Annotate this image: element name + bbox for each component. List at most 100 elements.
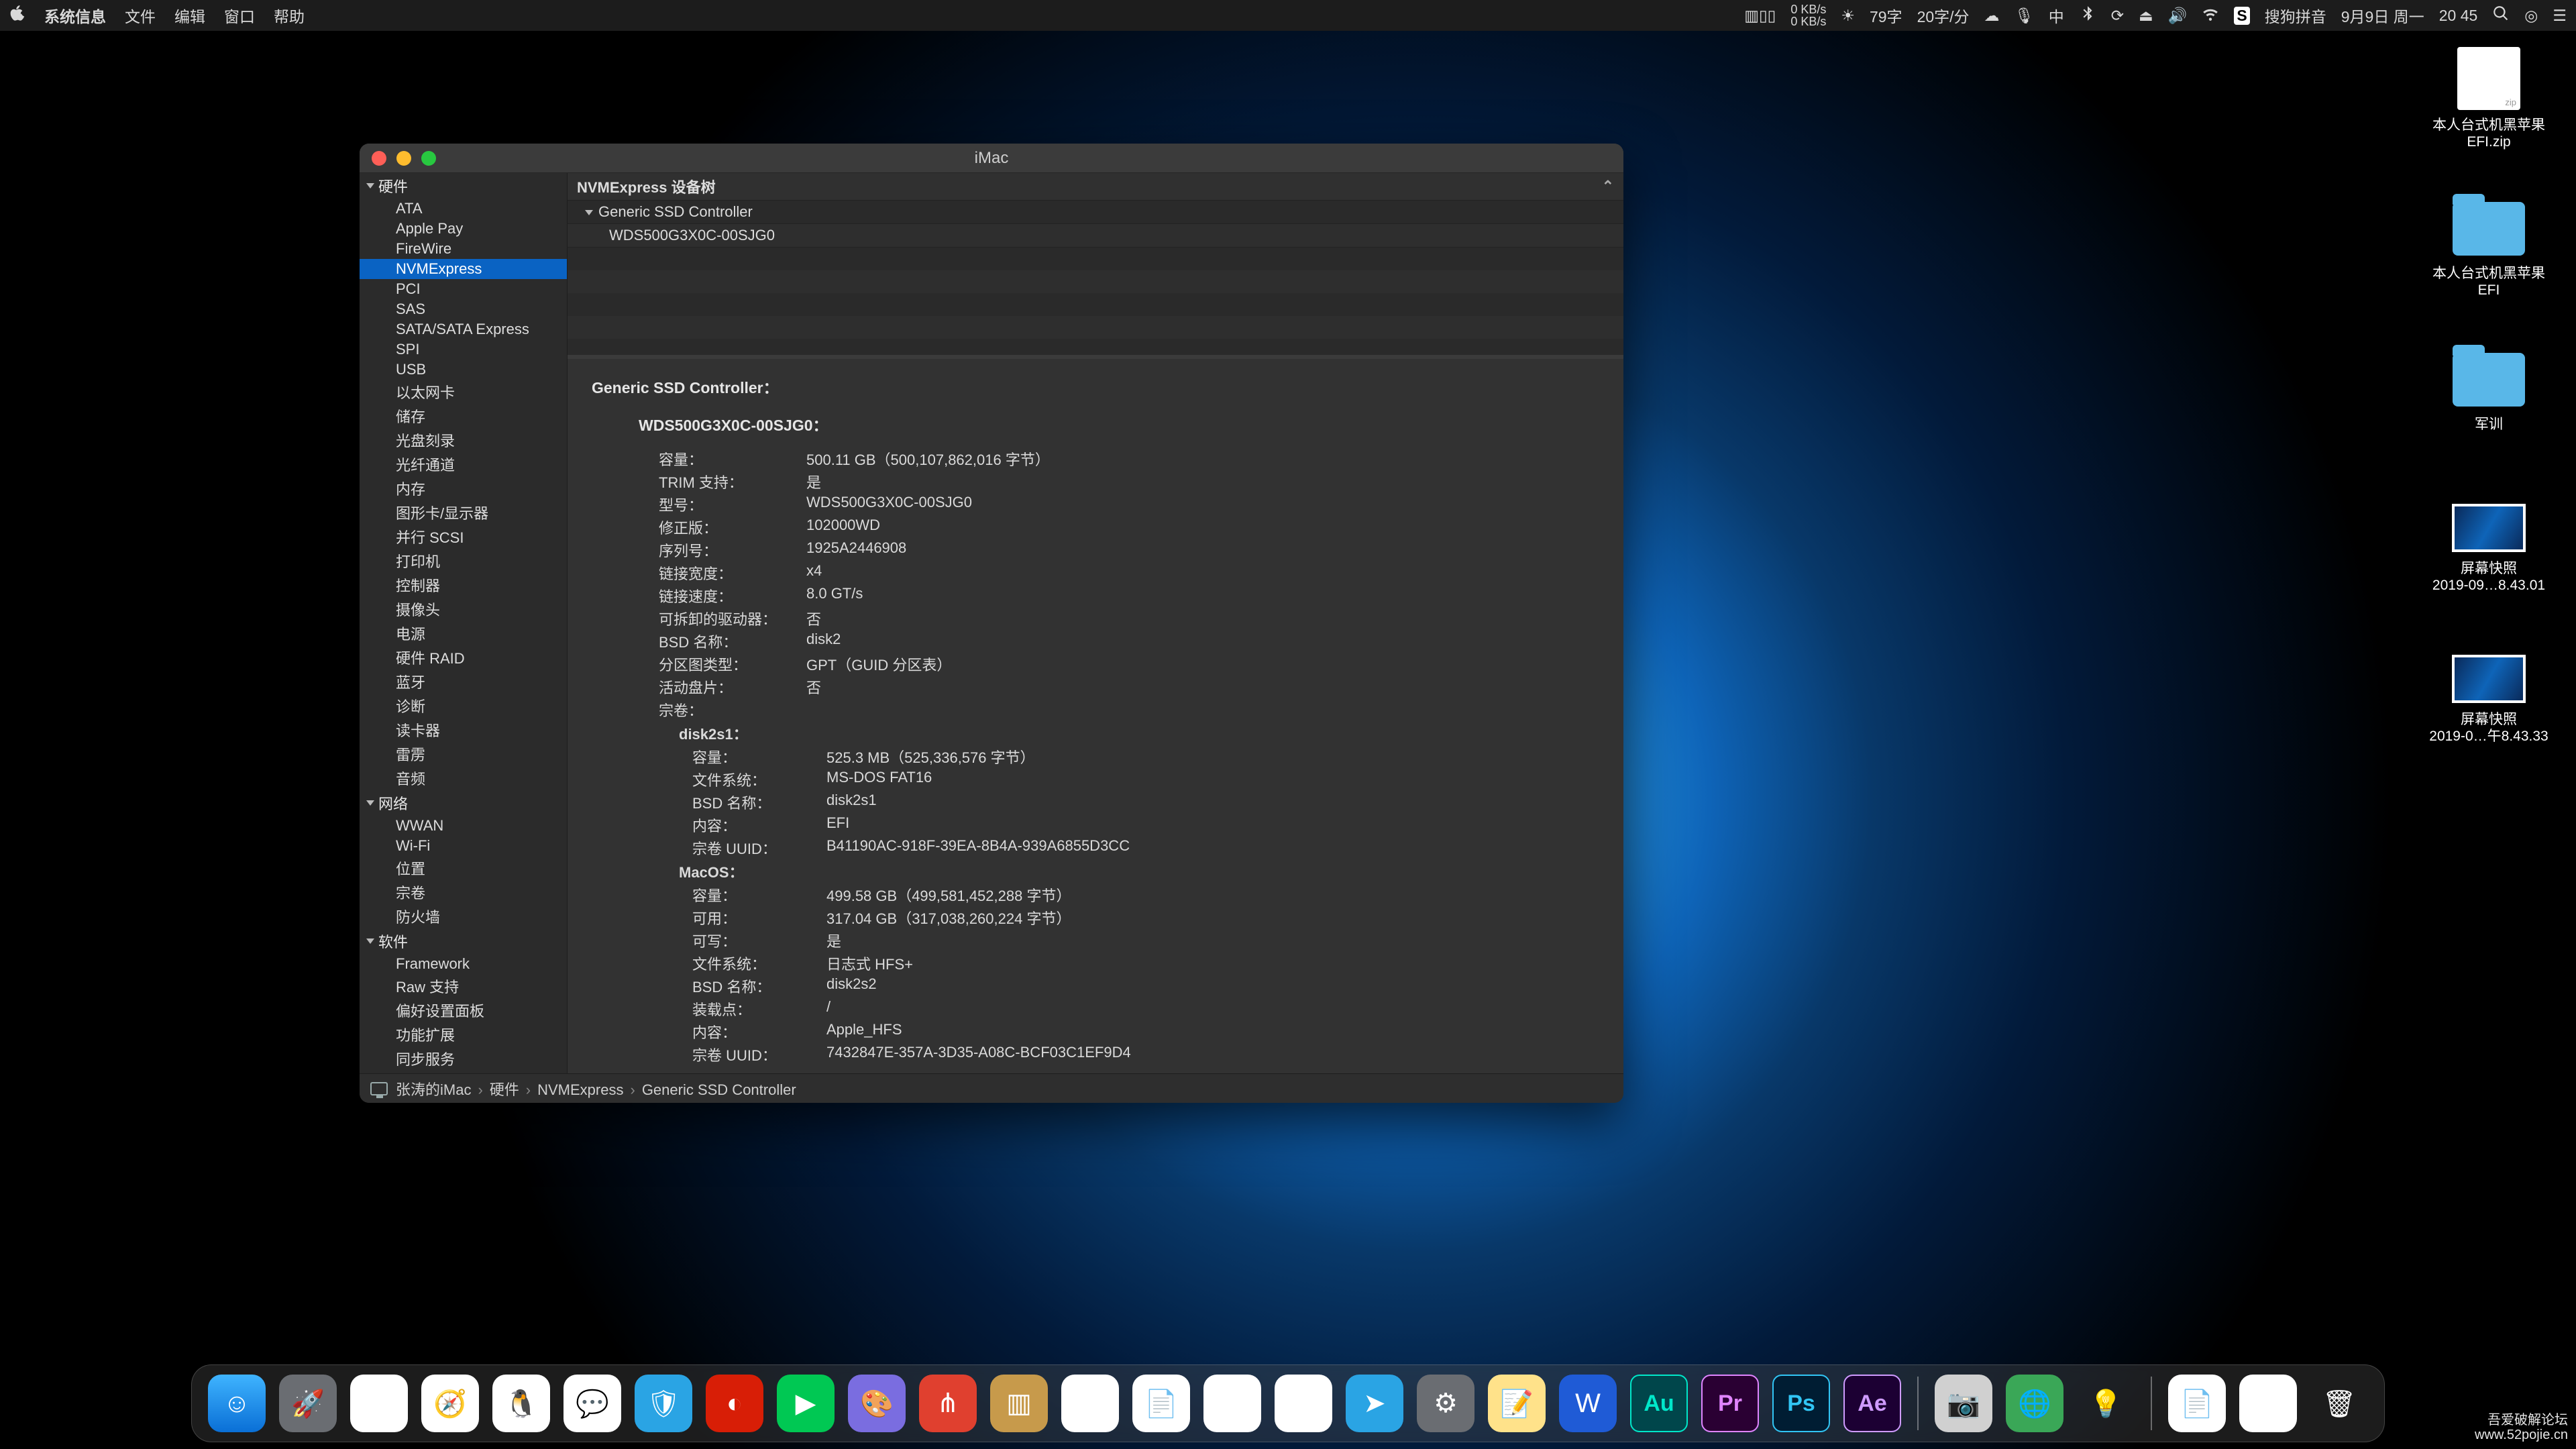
sidebar-item[interactable]: 音频: [360, 766, 567, 790]
dock-palette[interactable]: 🎨: [848, 1375, 906, 1432]
dock-camera[interactable]: 📷: [1935, 1375, 1992, 1432]
sidebar-item[interactable]: PCI: [360, 279, 567, 299]
dock-folder1[interactable]: ▥: [990, 1375, 1048, 1432]
dock-audition[interactable]: Au: [1630, 1375, 1688, 1432]
path-bar[interactable]: 张涛的iMac硬件NVMExpressGeneric SSD Controlle…: [360, 1073, 1623, 1103]
dock-netease[interactable]: ◐: [706, 1375, 763, 1432]
sidebar-item[interactable]: 光盘刻录: [360, 428, 567, 452]
sidebar-item[interactable]: Framework: [360, 954, 567, 974]
window-titlebar[interactable]: iMac: [360, 144, 1623, 173]
sidebar-category[interactable]: 网络: [360, 790, 567, 816]
sidebar-category[interactable]: 硬件: [360, 173, 567, 199]
dock-reminders[interactable]: ≡: [1203, 1375, 1261, 1432]
sidebar-item[interactable]: Apple Pay: [360, 219, 567, 239]
notification-center-icon[interactable]: ☰: [2553, 7, 2567, 25]
menubar-date[interactable]: 9月9日 周一: [2341, 4, 2424, 27]
path-segment[interactable]: 硬件: [490, 1081, 537, 1098]
sidebar-item[interactable]: 光纤通道: [360, 452, 567, 476]
dock-safari[interactable]: 🧭: [421, 1375, 479, 1432]
sidebar-item[interactable]: 位置: [360, 856, 567, 880]
sidebar-item[interactable]: 内存: [360, 476, 567, 500]
dock-premiere[interactable]: Pr: [1701, 1375, 1759, 1432]
sidebar-item[interactable]: ATA: [360, 199, 567, 219]
tree-controller[interactable]: Generic SSD Controller: [568, 201, 1623, 224]
dock-launchpad[interactable]: 🚀: [279, 1375, 337, 1432]
sidebar-item[interactable]: 雷雳: [360, 742, 567, 766]
dock-red[interactable]: ⋔: [919, 1375, 977, 1432]
ime-name[interactable]: 搜狗拼音: [2265, 4, 2326, 27]
dock-aftereffects[interactable]: Ae: [1843, 1375, 1901, 1432]
sidebar-item[interactable]: 宗卷: [360, 880, 567, 904]
netmon-icon[interactable]: ▥▯▯: [1744, 7, 1776, 25]
dock-calendar[interactable]: 9: [1061, 1375, 1119, 1432]
chevron-up-icon[interactable]: ⌃: [1602, 178, 1614, 195]
cloud-icon[interactable]: ☁: [1984, 7, 2000, 25]
dock-notes[interactable]: 📄: [1132, 1375, 1190, 1432]
sidebar-item[interactable]: 读卡器: [360, 718, 567, 742]
dock-gallery[interactable]: 🖼: [2239, 1375, 2297, 1432]
menu-file[interactable]: 文件: [125, 4, 156, 27]
menu-window[interactable]: 窗口: [224, 4, 255, 27]
dock-wps[interactable]: W: [1559, 1375, 1617, 1432]
sidebar-item[interactable]: 以太网卡: [360, 380, 567, 404]
sidebar-item[interactable]: Raw 支持: [360, 974, 567, 998]
device-tree[interactable]: Generic SSD Controller WDS500G3X0C-00SJG…: [568, 201, 1623, 355]
wifi-icon[interactable]: [2202, 5, 2219, 26]
sidebar-item[interactable]: 功能扩展: [360, 1022, 567, 1046]
tree-device[interactable]: WDS500G3X0C-00SJG0: [568, 224, 1623, 248]
dock-trash[interactable]: 🗑: [2310, 1375, 2368, 1432]
sidebar-item[interactable]: NVMExpress: [360, 259, 567, 279]
menu-app-name[interactable]: 系统信息: [44, 4, 106, 27]
desktop-item-3[interactable]: 屏幕快照2019-09…8.43.01: [2428, 500, 2549, 594]
menubar-time[interactable]: 20 45: [2439, 7, 2478, 25]
dock-wechat[interactable]: 💬: [564, 1375, 621, 1432]
sidebar-item[interactable]: 诊断: [360, 694, 567, 718]
desktop-item-4[interactable]: 屏幕快照2019-0…午8.43.33: [2428, 651, 2549, 745]
dock-iqiyi[interactable]: ▶: [777, 1375, 835, 1432]
path-segment[interactable]: Generic SSD Controller: [642, 1081, 810, 1098]
zoom-button[interactable]: [421, 151, 436, 166]
sidebar-item[interactable]: 打印机: [360, 549, 567, 573]
sidebar-item[interactable]: SAS: [360, 299, 567, 319]
spotlight-icon[interactable]: [2492, 5, 2510, 26]
sidebar-item[interactable]: 防火墙: [360, 904, 567, 928]
bluetooth-icon[interactable]: [2079, 5, 2096, 26]
sync-icon[interactable]: ⟳: [2111, 7, 2124, 25]
desktop-item-1[interactable]: 本人台式机黑苹果EFI: [2428, 198, 2549, 299]
desktop-item-0[interactable]: 本人台式机黑苹果EFI.zip: [2428, 47, 2549, 150]
path-segment[interactable]: 张涛的iMac: [396, 1081, 490, 1098]
dock-doc[interactable]: 📄: [2168, 1375, 2226, 1432]
lang-icon[interactable]: 中: [2049, 4, 2064, 27]
sidebar-item[interactable]: 电源: [360, 621, 567, 645]
sogou-badge[interactable]: S: [2234, 7, 2249, 25]
sidebar-item[interactable]: 并行 SCSI: [360, 525, 567, 549]
sidebar-item[interactable]: 储存: [360, 404, 567, 428]
dock-photos[interactable]: ✿: [1275, 1375, 1332, 1432]
sidebar-item[interactable]: 偏好设置面板: [360, 998, 567, 1022]
dock-chrome[interactable]: ◉: [350, 1375, 408, 1432]
sidebar-item[interactable]: 控制器: [360, 573, 567, 597]
sidebar-item[interactable]: 图形卡/显示器: [360, 500, 567, 525]
sidebar-item[interactable]: 蓝牙: [360, 669, 567, 694]
dock-finder[interactable]: ☺: [208, 1375, 266, 1432]
mic-icon[interactable]: 🎙: [2015, 7, 2034, 25]
brightness-icon[interactable]: ☀: [1841, 7, 1855, 25]
sidebar-item[interactable]: 硬件 RAID: [360, 645, 567, 669]
sidebar-item[interactable]: Wi-Fi: [360, 836, 567, 856]
dock-shield[interactable]: 🛡: [635, 1375, 692, 1432]
close-button[interactable]: [372, 151, 386, 166]
sidebar-item[interactable]: WWAN: [360, 816, 567, 836]
dock-settings[interactable]: ⚙: [1417, 1375, 1474, 1432]
eject-icon[interactable]: ⏏: [2139, 7, 2153, 25]
sidebar-category[interactable]: 软件: [360, 928, 567, 954]
sidebar-item[interactable]: SATA/SATA Express: [360, 319, 567, 339]
dock-lamp[interactable]: 💡: [2077, 1375, 2135, 1432]
sidebar-item[interactable]: USB: [360, 360, 567, 380]
path-segment[interactable]: NVMExpress: [537, 1081, 642, 1098]
sidebar-item[interactable]: 同步服务: [360, 1046, 567, 1071]
volume-icon[interactable]: 🔊: [2168, 7, 2188, 25]
minimize-button[interactable]: [396, 151, 411, 166]
sidebar-item[interactable]: 摄像头: [360, 597, 567, 621]
desktop-item-2[interactable]: 军训: [2428, 349, 2549, 433]
dock-qq[interactable]: 🐧: [492, 1375, 550, 1432]
